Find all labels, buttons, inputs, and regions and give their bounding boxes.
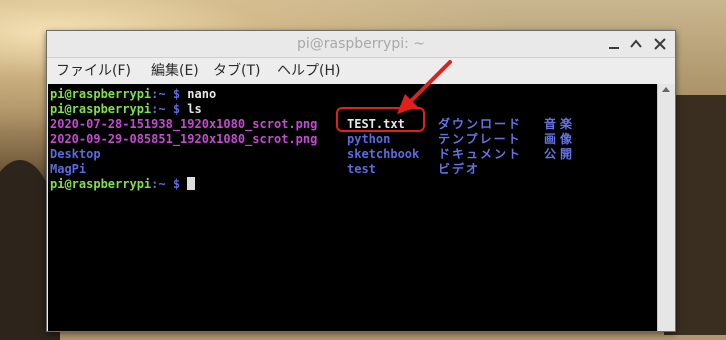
terminal-line: pi@raspberrypi:~ $ nano — [50, 87, 216, 102]
prompt-user: pi@raspberrypi — [50, 102, 152, 116]
command-text: ls — [187, 102, 202, 116]
title-bar[interactable]: pi@raspberrypi: ~ — [47, 31, 675, 58]
ls-directory: ドキュメント — [438, 147, 523, 161]
ls-directory: Desktop — [50, 147, 101, 161]
terminal-window: pi@raspberrypi: ~ ファイル(F) 編集(E) タブ(T) ヘル… — [46, 30, 676, 332]
close-icon — [654, 38, 666, 50]
ls-directory: 公開 — [544, 147, 577, 161]
maximize-button[interactable] — [627, 35, 645, 53]
ls-directory: ビデオ — [438, 162, 481, 176]
window-title: pi@raspberrypi: ~ — [296, 36, 426, 52]
ls-directory: sketchbook — [347, 147, 420, 161]
prompt-user: pi@raspberrypi — [50, 87, 152, 101]
terminal-line: pi@raspberrypi:~ $ ls — [50, 102, 202, 117]
text-cursor — [187, 177, 196, 190]
terminal-line: pi@raspberrypi:~ $ — [50, 177, 196, 192]
menu-edit[interactable]: 編集(E) — [151, 58, 199, 84]
minimize-icon — [609, 47, 619, 49]
prompt-user: pi@raspberrypi — [50, 177, 152, 191]
ls-directory: 音楽 — [544, 117, 577, 131]
ls-directory: python — [347, 132, 391, 146]
ls-directory: MagPi — [50, 162, 87, 176]
ls-directory: test — [347, 162, 376, 176]
close-button[interactable] — [651, 35, 669, 53]
vertical-scrollbar[interactable] — [657, 84, 675, 331]
minimize-button[interactable] — [605, 35, 623, 53]
ls-directory: テンプレート — [438, 132, 522, 146]
menu-bar: ファイル(F) 編集(E) タブ(T) ヘルプ(H) — [47, 58, 675, 84]
ls-file: 2020-09-29-085851_1920x1080_scrot.png — [50, 132, 318, 146]
prompt-path: :~ $ — [151, 177, 181, 191]
command-text: nano — [187, 87, 217, 101]
menu-file[interactable]: ファイル(F) — [56, 58, 131, 84]
maximize-icon — [630, 39, 642, 48]
prompt-path: :~ $ — [151, 102, 181, 116]
menu-help[interactable]: ヘルプ(H) — [277, 58, 340, 84]
prompt-path: :~ $ — [151, 87, 181, 101]
ls-directory: 画像 — [544, 132, 577, 146]
scroll-up-arrow-icon[interactable] — [662, 87, 670, 92]
annotation-arrow-icon — [397, 60, 452, 114]
ls-file: 2020-07-28-151938_1920x1080_scrot.png — [50, 117, 318, 131]
menu-tabs[interactable]: タブ(T) — [213, 58, 260, 84]
